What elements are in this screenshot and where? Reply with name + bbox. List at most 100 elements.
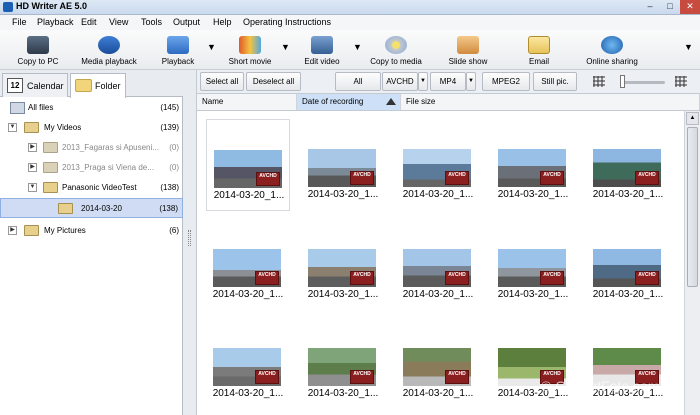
thumbnail-caption: 2014-03-20_1... <box>307 388 379 399</box>
maximize-button[interactable]: □ <box>660 0 680 14</box>
folder-icon <box>43 142 58 153</box>
video-thumbnail[interactable]: AVCHD 2014-03-20_1... <box>206 119 290 211</box>
folder-icon <box>24 122 39 133</box>
expand-icon[interactable]: ▶ <box>28 143 37 152</box>
thumbnail-image: AVCHD <box>308 348 376 386</box>
email-button[interactable]: Email <box>520 33 558 69</box>
tree-item-praga[interactable]: ▶ 2013_Praga si Viena de... (0) <box>0 158 183 178</box>
video-thumbnail[interactable]: AVCHD 2014-03-20_1... <box>491 119 575 211</box>
thumbnail-caption: 2014-03-20_1... <box>592 189 664 200</box>
filter-avchd-button[interactable]: AVCHD <box>382 72 418 91</box>
app-icon <box>3 2 13 12</box>
vertical-scrollbar[interactable]: ▲ <box>684 111 700 415</box>
thumbnail-caption: 2014-03-20_1... <box>497 289 569 300</box>
zoom-slider-track[interactable] <box>621 81 665 84</box>
collapse-icon[interactable]: ▼ <box>28 183 37 192</box>
online-sharing-button[interactable]: Online sharing <box>584 33 640 69</box>
video-thumbnail[interactable]: AVCHD 2014-03-20_1... <box>301 219 385 311</box>
left-panel: 12 Calendar Folder All files (145) ▼ My … <box>0 70 183 415</box>
video-thumbnail[interactable]: AVCHD 2014-03-20_1... <box>396 219 480 311</box>
menu-edit[interactable]: Edit <box>81 17 97 27</box>
tree-item-all-files[interactable]: All files (145) <box>0 98 183 118</box>
copy-to-media-button[interactable]: Copy to media <box>368 33 424 69</box>
tree-item-panasonic-videotest[interactable]: ▼ Panasonic VideoTest (138) <box>0 178 183 198</box>
video-thumbnail[interactable]: AVCHD 2014-03-20_1... <box>586 219 670 311</box>
thumbnail-view-icon[interactable] <box>593 76 605 87</box>
copy-to-pc-button[interactable]: Copy to PC <box>8 33 68 69</box>
all-files-icon <box>10 102 25 114</box>
thumbnail-image: AVCHD <box>308 249 376 287</box>
menu-file[interactable]: File <box>12 17 27 27</box>
avchd-badge-icon: AVCHD <box>445 271 469 285</box>
expand-icon[interactable]: ▶ <box>28 163 37 172</box>
menu-operating-instructions[interactable]: Operating Instructions <box>243 17 331 27</box>
tree-item-my-pictures[interactable]: ▶ My Pictures (6) <box>0 221 183 241</box>
menu-output[interactable]: Output <box>173 17 200 27</box>
zoom-slider-thumb[interactable] <box>620 75 625 88</box>
tree-item-fagaras[interactable]: ▶ 2013_Fagaras si Apuseni... (0) <box>0 138 183 158</box>
toolbar: Copy to PC Media playback Playback ▼ Sho… <box>0 30 700 70</box>
thumbnail-caption: 2014-03-20_1... <box>592 289 664 300</box>
short-movie-button[interactable]: Short movie <box>226 33 274 69</box>
select-all-button[interactable]: Select all <box>200 72 244 91</box>
menu-tools[interactable]: Tools <box>141 17 162 27</box>
video-thumbnail[interactable]: AVCHD 2014-03-20_1... <box>206 318 290 410</box>
column-date-of-recording[interactable]: Date of recording <box>297 94 401 110</box>
thumbnail-caption: 2014-03-20_1... <box>402 289 474 300</box>
column-name[interactable]: Name <box>197 94 297 110</box>
video-thumbnail[interactable]: AVCHD 2014-03-20_1... <box>206 219 290 311</box>
thumbnail-image: AVCHD <box>403 348 471 386</box>
scroll-up-icon[interactable]: ▲ <box>686 112 699 125</box>
video-thumbnail[interactable]: AVCHD 2014-03-20_1... <box>301 119 385 211</box>
thumbnail-image: AVCHD <box>213 249 281 287</box>
tab-folder[interactable]: Folder <box>70 73 126 98</box>
column-file-size[interactable]: File size <box>401 94 700 110</box>
filter-still-pictures-button[interactable]: Still pic. <box>533 72 577 91</box>
tree-item-2014-03-20[interactable]: 2014-03-20 (138) <box>0 198 183 218</box>
thumbnail-caption: 2014-03-20_1... <box>307 289 379 300</box>
menu-help[interactable]: Help <box>213 17 232 27</box>
tab-calendar[interactable]: 12 Calendar <box>2 73 68 97</box>
expand-icon[interactable]: ▶ <box>8 226 17 235</box>
edit-video-button[interactable]: Edit video <box>302 33 342 69</box>
media-playback-button[interactable]: Media playback <box>78 33 140 69</box>
video-thumbnail[interactable]: AVCHD 2014-03-20_1... <box>396 119 480 211</box>
large-thumbnail-view-icon[interactable] <box>675 76 687 87</box>
playback-button[interactable]: Playback <box>158 33 198 69</box>
slide-show-button[interactable]: Slide show <box>445 33 491 69</box>
minimize-button[interactable]: – <box>640 0 660 14</box>
edit-video-icon <box>311 36 333 54</box>
filter-all-button[interactable]: All <box>335 72 381 91</box>
menu-playback[interactable]: Playback <box>37 17 74 27</box>
avchd-badge-icon: AVCHD <box>635 171 659 185</box>
scrollbar-thumb[interactable] <box>687 127 698 287</box>
panel-splitter[interactable] <box>183 70 197 415</box>
avchd-badge-icon: AVCHD <box>350 370 374 384</box>
video-thumbnail[interactable]: AVCHD 2014-03-20_1... <box>301 318 385 410</box>
video-thumbnail[interactable]: AVCHD 2014-03-20_1... <box>396 318 480 410</box>
avchd-dropdown-icon[interactable]: ▼ <box>418 72 428 91</box>
video-thumbnail[interactable]: AVCHD 2014-03-20_1... <box>586 119 670 211</box>
avchd-badge-icon: AVCHD <box>540 271 564 285</box>
video-thumbnail[interactable]: AVCHD 2014-03-20_1... <box>586 318 670 410</box>
view-tabs: 12 Calendar Folder <box>0 70 183 98</box>
menu-view[interactable]: View <box>109 17 128 27</box>
collapse-icon[interactable]: ▼ <box>8 123 17 132</box>
avchd-badge-icon: AVCHD <box>445 171 469 185</box>
tree-item-my-videos[interactable]: ▼ My Videos (139) <box>0 118 183 138</box>
filter-mp4-button[interactable]: MP4 <box>430 72 466 91</box>
calendar-icon: 12 <box>7 78 23 93</box>
mp4-dropdown-icon[interactable]: ▼ <box>466 72 476 91</box>
email-icon <box>528 36 550 54</box>
deselect-all-button[interactable]: Deselect all <box>246 72 301 91</box>
thumbnail-image: AVCHD <box>308 149 376 187</box>
title-bar: HD Writer AE 5.0 – □ ✕ <box>0 0 700 15</box>
avchd-badge-icon: AVCHD <box>255 370 279 384</box>
video-thumbnail[interactable]: AVCHD 2014-03-20_1... <box>491 219 575 311</box>
filter-bar: Select all Deselect all All AVCHD ▼ MP4 … <box>197 70 700 94</box>
video-thumbnail[interactable]: AVCHD 2014-03-20_1... <box>491 318 575 410</box>
close-button[interactable]: ✕ <box>680 0 700 14</box>
thumbnail-caption: 2014-03-20_1... <box>497 189 569 200</box>
folder-icon <box>43 162 58 173</box>
filter-mpeg2-button[interactable]: MPEG2 <box>482 72 530 91</box>
